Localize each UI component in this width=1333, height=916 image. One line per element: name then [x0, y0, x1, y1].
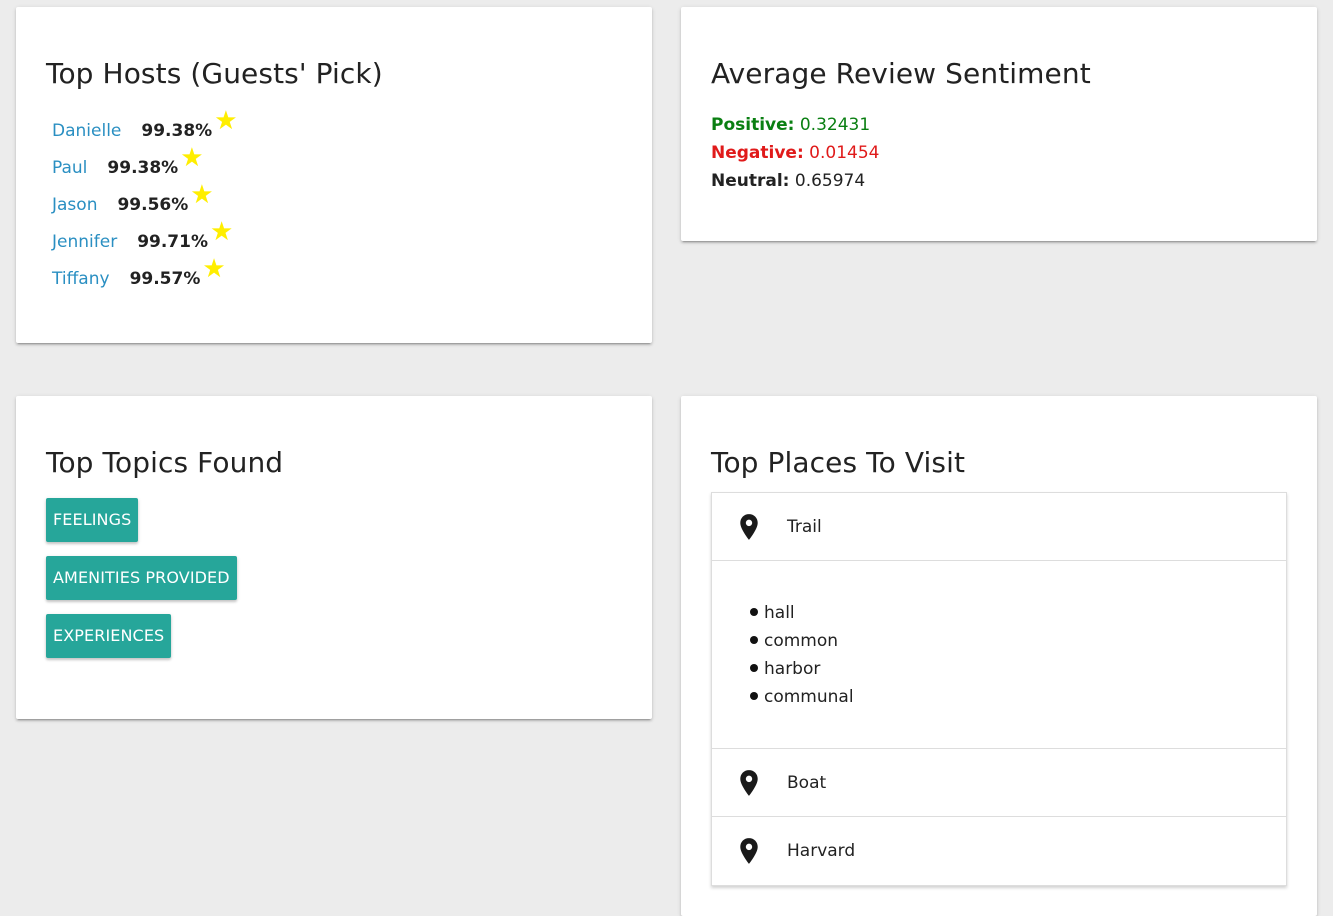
bullet-icon [750, 692, 758, 700]
place-pin-icon [740, 769, 758, 796]
top-places-card: Top Places To Visit Trail hall common ha… [681, 396, 1317, 916]
place-label: Harvard [787, 841, 856, 861]
bullet-icon [750, 608, 758, 616]
place-subitem-list: hall common harbor communal [750, 599, 854, 711]
host-score: 99.38% [107, 158, 179, 178]
top-topics-card: Top Topics Found FEELINGS AMENITIES PROV… [16, 396, 652, 719]
host-score: 99.71% [137, 232, 208, 252]
host-link[interactable]: Jason [52, 192, 97, 218]
sentiment-label: Negative: [711, 143, 804, 163]
card-title: Top Places To Visit [711, 446, 966, 479]
sentiment-positive: Positive: 0.32431 [711, 111, 879, 139]
card-title: Top Hosts (Guests' Pick) [46, 57, 383, 90]
sentiment-negative: Negative: 0.01454 [711, 139, 879, 167]
sentiment-neutral: Neutral: 0.65974 [711, 167, 879, 195]
place-label: Trail [787, 516, 822, 537]
list-item: common [750, 627, 854, 655]
card-title: Top Topics Found [46, 446, 284, 479]
card-title: Average Review Sentiment [711, 57, 1091, 90]
bullet-icon [750, 636, 758, 644]
place-header-trail[interactable]: Trail [712, 493, 1286, 561]
list-item-text: common [764, 631, 839, 651]
list-item-text: harbor [764, 659, 821, 679]
place-pin-icon [740, 838, 758, 864]
place-pin-icon [740, 513, 758, 540]
list-item-text: communal [764, 687, 854, 707]
host-row: Danielle 99.38% ★ [52, 108, 238, 155]
sentiment-value: 0.32431 [799, 115, 871, 135]
sentiment-label: Neutral: [711, 171, 790, 191]
place-details: hall common harbor communal [712, 561, 1286, 749]
sentiment-value: 0.01454 [809, 143, 880, 163]
host-list: Danielle 99.38% ★ Paul 99.38% ★ Jason 99… [52, 108, 238, 303]
host-link[interactable]: Jennifer [52, 229, 117, 255]
bullet-icon [750, 664, 758, 672]
topic-button[interactable]: EXPERIENCES [46, 614, 172, 658]
list-item: hall [750, 599, 854, 627]
star-icon: ★ [180, 143, 204, 173]
place-header-boat[interactable]: Boat [712, 749, 1286, 817]
host-link[interactable]: Tiffany [52, 266, 110, 292]
list-item-text: hall [764, 603, 795, 623]
star-icon: ★ [214, 106, 238, 136]
host-link[interactable]: Danielle [52, 118, 121, 144]
places-collapsible: Trail hall common harbor communal Boat H… [711, 492, 1287, 886]
star-icon: ★ [210, 217, 234, 247]
star-icon: ★ [190, 180, 214, 210]
sentiment-value: 0.65974 [794, 171, 866, 191]
host-score: 99.56% [117, 195, 189, 215]
place-header-harvard[interactable]: Harvard [712, 817, 1286, 885]
host-score: 99.57% [129, 269, 201, 289]
review-sentiment-card: Average Review Sentiment Positive: 0.324… [681, 7, 1317, 241]
topic-button[interactable]: FEELINGS [46, 498, 139, 542]
host-row: Tiffany 99.57% ★ [52, 256, 238, 303]
list-item: communal [750, 683, 854, 711]
host-link[interactable]: Paul [52, 155, 87, 181]
star-icon: ★ [202, 254, 226, 284]
place-label: Boat [787, 772, 827, 793]
topic-list: FEELINGS AMENITIES PROVIDED EXPERIENCES [46, 498, 237, 672]
host-score: 99.38% [141, 121, 213, 141]
topic-button[interactable]: AMENITIES PROVIDED [46, 556, 237, 600]
sentiment-label: Positive: [711, 115, 795, 135]
top-hosts-card: Top Hosts (Guests' Pick) Danielle 99.38%… [16, 7, 652, 343]
sentiment-list: Positive: 0.32431 Negative: 0.01454 Neut… [711, 111, 879, 195]
list-item: harbor [750, 655, 854, 683]
